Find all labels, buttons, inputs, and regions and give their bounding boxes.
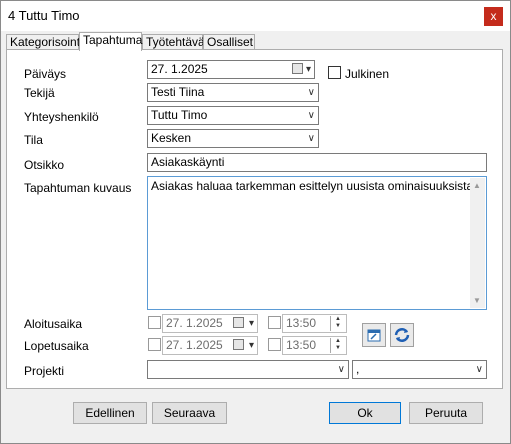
lopetusaika-time-value: 13:50 [286, 338, 317, 352]
chevron-down-icon[interactable]: ▾ [249, 315, 254, 332]
ok-button[interactable]: Ok [329, 402, 401, 424]
otsikko-input[interactable]: Asiakaskäynti [147, 153, 487, 172]
tekija-label: Tekijä [24, 86, 55, 100]
lopetusaika-label: Lopetusaika [24, 339, 89, 353]
calendar-icon[interactable] [292, 63, 303, 74]
vertical-scrollbar[interactable]: ▲ ▼ [470, 178, 485, 308]
lopetusaika-date-value: 27. 1.2025 [166, 338, 223, 352]
tila-value: Kesken [151, 131, 192, 145]
window-title: 4 Tuttu Timo [8, 8, 80, 23]
otsikko-value: Asiakaskäynti [151, 155, 225, 169]
tekija-value: Testi Tiina [151, 85, 205, 99]
chevron-down-icon[interactable]: ∨ [308, 130, 315, 147]
julkinen-checkbox[interactable] [328, 66, 341, 79]
calendar-link-button[interactable] [362, 323, 386, 347]
aloitusaika-time-checkbox[interactable] [268, 316, 281, 329]
lopetusaika-time-input[interactable]: 13:50 ▲ ▼ [282, 336, 347, 355]
time-spinner[interactable]: ▲ ▼ [330, 316, 345, 331]
paivays-value: 27. 1.2025 [151, 62, 208, 76]
aloitusaika-date-checkbox[interactable] [148, 316, 161, 329]
projekti-subvalue: , [356, 362, 360, 376]
lopetusaika-date-checkbox[interactable] [148, 338, 161, 351]
title-bar[interactable]: 4 Tuttu Timo x [1, 1, 510, 31]
paivays-date-picker[interactable]: 27. 1.2025 ▾ [147, 60, 315, 79]
refresh-icon [394, 328, 410, 342]
calendar-icon[interactable] [233, 317, 244, 328]
previous-button[interactable]: Edellinen [73, 402, 147, 424]
aloitusaika-date-picker[interactable]: 27. 1.2025 ▾ [162, 314, 258, 333]
lopetusaika-date-picker[interactable]: 27. 1.2025 ▾ [162, 336, 258, 355]
tab-osalliset[interactable]: Osalliset [203, 34, 255, 50]
projekti-combo[interactable]: ∨ [147, 360, 349, 379]
chevron-down-icon[interactable]: ▾ [249, 337, 254, 354]
scroll-down-icon[interactable]: ▼ [473, 296, 481, 305]
next-button[interactable]: Seuraava [152, 402, 227, 424]
kuvaus-label: Tapahtuman kuvaus [24, 181, 132, 195]
chevron-down-icon[interactable]: ∨ [476, 361, 483, 378]
lopetusaika-time-checkbox[interactable] [268, 338, 281, 351]
scroll-up-icon[interactable]: ▲ [473, 181, 481, 190]
julkinen-label: Julkinen [345, 67, 390, 81]
tekija-combo[interactable]: Testi Tiina ∨ [147, 83, 319, 102]
chevron-down-icon[interactable]: ▾ [306, 61, 311, 78]
paivays-label: Päiväys [24, 67, 67, 81]
chevron-down-icon[interactable]: ∨ [308, 107, 315, 124]
kuvaus-value: Asiakas haluaa tarkemman esittelyn uusis… [151, 179, 477, 193]
tila-combo[interactable]: Kesken ∨ [147, 129, 319, 148]
kuvaus-textarea[interactable]: Asiakas haluaa tarkemman esittelyn uusis… [147, 176, 487, 310]
aloitusaika-date-value: 27. 1.2025 [166, 316, 223, 330]
tab-kategorisointi[interactable]: Kategorisointi [6, 34, 83, 50]
yhteyshenkilo-label: Yhteyshenkilö [24, 110, 99, 124]
chevron-down-icon[interactable]: ∨ [308, 84, 315, 101]
calendar-icon[interactable] [233, 339, 244, 350]
close-icon[interactable]: x [484, 7, 503, 26]
tab-tyotehtava[interactable]: Työtehtävä [142, 34, 205, 50]
projekti-label: Projekti [24, 364, 65, 378]
cancel-button[interactable]: Peruuta [409, 402, 483, 424]
tab-tapahtuma[interactable]: Tapahtuma [79, 32, 142, 51]
dialog-window: 4 Tuttu Timo x Kategorisointi Tapahtuma … [0, 0, 511, 444]
yhteyshenkilo-combo[interactable]: Tuttu Timo ∨ [147, 106, 319, 125]
aloitusaika-time-input[interactable]: 13:50 ▲ ▼ [282, 314, 347, 333]
projekti-subcombo[interactable]: , ∨ [352, 360, 487, 379]
aloitusaika-label: Aloitusaika [24, 317, 83, 331]
refresh-button[interactable] [390, 323, 414, 347]
calendar-sync-icon [367, 329, 381, 342]
yhteyshenkilo-value: Tuttu Timo [151, 108, 208, 122]
chevron-down-icon[interactable]: ∨ [338, 361, 345, 378]
aloitusaika-time-value: 13:50 [286, 316, 317, 330]
tila-label: Tila [24, 133, 43, 147]
time-spinner[interactable]: ▲ ▼ [330, 338, 345, 353]
otsikko-label: Otsikko [24, 158, 65, 172]
